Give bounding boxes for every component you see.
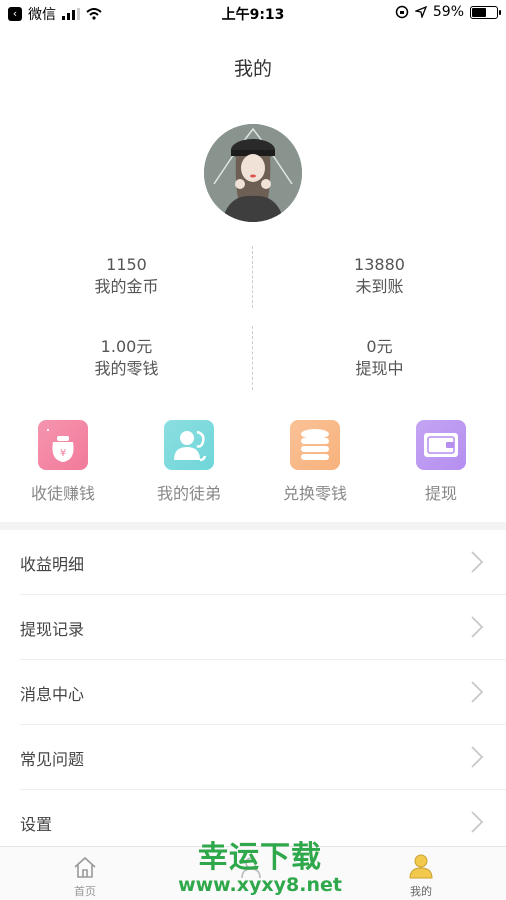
chevron-right-icon [471, 616, 484, 638]
action-label: 兑换零钱 [282, 484, 347, 503]
stat-pending[interactable]: 13880 未到账 [253, 254, 506, 298]
action-withdraw[interactable]: 提现 [378, 420, 504, 504]
location-icon [414, 6, 427, 18]
stat-value: 0元 [366, 337, 393, 356]
watermark-url: www.xyxy8.net [178, 874, 342, 896]
wallet-icon [416, 420, 466, 470]
people-icon [164, 420, 214, 470]
stats-divider [252, 326, 253, 390]
menu-item-label: 消息中心 [20, 685, 85, 704]
battery-percent: 59% [432, 4, 464, 20]
tab-label: 首页 [74, 885, 96, 898]
coins-icon [290, 420, 340, 470]
menu-item-earnings[interactable]: 收益明细 [0, 530, 506, 595]
page-title: 我的 [233, 58, 272, 80]
menu-item-label: 收益明细 [20, 555, 85, 574]
chevron-right-icon [471, 551, 484, 573]
action-recruit[interactable]: ¥ 收徒赚钱 [0, 420, 126, 504]
stat-label: 提现中 [355, 359, 404, 378]
section-divider [0, 522, 506, 530]
stat-coins[interactable]: 1150 我的金币 [0, 254, 253, 298]
battery-icon [470, 5, 501, 19]
menu-item-label: 提现记录 [20, 620, 85, 639]
tab-home[interactable]: 首页 [22, 851, 148, 899]
stats-panel: 1150 我的金币 13880 未到账 1.00元 我的零钱 0元 提现中 [0, 240, 506, 392]
action-label: 收徒赚钱 [30, 484, 95, 503]
chevron-right-icon [471, 681, 484, 703]
orientation-lock-icon [395, 5, 409, 19]
status-bar: ‹ 微信 上午9:13 59% [0, 0, 506, 26]
menu-list: 收益明细 提现记录 消息中心 常见问题 设置 [0, 530, 506, 855]
watermark-title: 幸运下载 [198, 840, 322, 875]
user-icon [358, 851, 484, 879]
chevron-right-icon [471, 811, 484, 833]
menu-item-label: 设置 [20, 815, 53, 834]
stat-label: 我的金币 [94, 277, 159, 296]
svg-text:¥: ¥ [60, 448, 66, 459]
avatar-image [204, 124, 302, 222]
stat-change[interactable]: 1.00元 我的零钱 [0, 336, 253, 380]
home-icon [22, 851, 148, 879]
battery-fill [472, 7, 486, 17]
action-label: 我的徒弟 [156, 484, 221, 503]
tab-label: 我的 [410, 885, 432, 898]
status-right: 59% [395, 4, 501, 20]
stat-label: 未到账 [355, 277, 404, 296]
action-label: 提现 [424, 484, 457, 503]
tab-mine[interactable]: 我的 [358, 851, 484, 899]
stat-value: 1.00元 [100, 337, 153, 356]
stats-divider [252, 246, 253, 308]
money-bag-icon: ¥ [38, 420, 88, 470]
action-grid: ¥ 收徒赚钱 我的徒弟 兑换零钱 提现 [0, 420, 506, 510]
stat-value: 13880 [354, 255, 405, 274]
stat-value: 1150 [106, 255, 147, 274]
avatar[interactable] [204, 124, 302, 222]
stat-label: 我的零钱 [94, 359, 159, 378]
menu-item-withdraw-history[interactable]: 提现记录 [0, 595, 506, 660]
stat-withdrawing[interactable]: 0元 提现中 [253, 336, 506, 380]
chevron-right-icon [471, 746, 484, 768]
menu-item-label: 常见问题 [20, 750, 85, 769]
menu-item-messages[interactable]: 消息中心 [0, 660, 506, 725]
watermark: 幸运下载 www.xyxy8.net [160, 832, 360, 896]
action-apprentices[interactable]: 我的徒弟 [126, 420, 252, 504]
action-exchange[interactable]: 兑换零钱 [252, 420, 378, 504]
menu-item-faq[interactable]: 常见问题 [0, 725, 506, 790]
